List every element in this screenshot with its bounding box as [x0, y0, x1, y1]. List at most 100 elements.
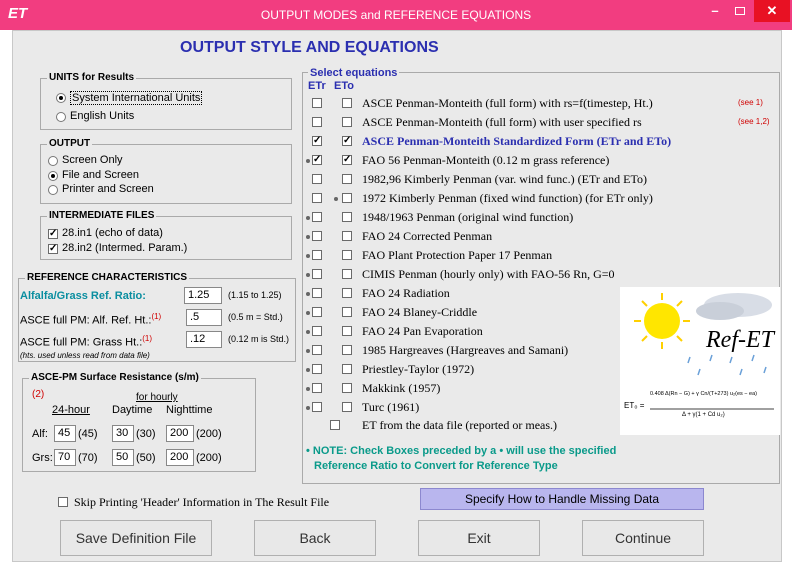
equation-label[interactable]: 1982,96 Kimberly Penman (var. wind func.…: [362, 172, 647, 187]
alf-24h-input[interactable]: 45: [54, 425, 76, 442]
etr-checkbox[interactable]: [312, 269, 322, 279]
window-title: OUTPUT MODES and REFERENCE EQUATIONS: [260, 8, 532, 22]
ratio-dot-icon: [306, 406, 310, 410]
etr-checkbox[interactable]: [312, 231, 322, 241]
equation-row: 1948/1963 Penman (original wind function…: [0, 210, 792, 226]
equation-row: ASCE Penman-Monteith (full form) with us…: [0, 115, 792, 131]
equation-label[interactable]: FAO 24 Pan Evaporation: [362, 324, 483, 339]
skip-header-checkbox[interactable]: [58, 497, 68, 507]
etr-checkbox[interactable]: [312, 288, 322, 298]
etr-checkbox[interactable]: [312, 402, 322, 412]
formula-numerator: 0.408 Δ(Rn − G) + γ Cn/(T+273) u₂(es − e…: [650, 391, 757, 397]
ratio-dot-icon: [306, 311, 310, 315]
equation-label[interactable]: 1948/1963 Penman (original wind function…: [362, 210, 573, 225]
skip-header-label[interactable]: Skip Printing 'Header' Information in Th…: [74, 495, 329, 510]
eto-column-header: ETo: [334, 80, 354, 92]
equation-label[interactable]: FAO 24 Corrected Penman: [362, 229, 492, 244]
etr-checkbox[interactable]: [312, 345, 322, 355]
eto-checkbox[interactable]: [342, 269, 352, 279]
file-et-checkbox[interactable]: [330, 420, 340, 430]
etr-checkbox[interactable]: [312, 153, 322, 166]
equation-label[interactable]: ASCE Penman-Monteith (full form) with us…: [362, 115, 642, 130]
etr-column-header: ETr: [308, 80, 326, 92]
equation-label[interactable]: Turc (1961): [362, 400, 419, 415]
note-line-2: Reference Ratio to Convert for Reference…: [314, 460, 558, 472]
eto-checkbox[interactable]: [342, 174, 352, 184]
alf-day-std: (30): [136, 428, 156, 440]
eto-checkbox[interactable]: [342, 307, 352, 317]
eto-checkbox[interactable]: [342, 402, 352, 412]
equation-label[interactable]: FAO Plant Protection Paper 17 Penman: [362, 248, 552, 263]
eto-checkbox[interactable]: [342, 98, 352, 108]
missing-data-button[interactable]: Specify How to Handle Missing Data: [420, 488, 704, 510]
etr-checkbox[interactable]: [312, 193, 322, 203]
eto-checkbox[interactable]: [342, 117, 352, 127]
eto-checkbox[interactable]: [342, 383, 352, 393]
ratio-dot-icon: [306, 216, 310, 220]
grs-night-std: (200): [196, 452, 222, 464]
eto-checkbox[interactable]: [342, 288, 352, 298]
back-button[interactable]: Back: [254, 520, 376, 556]
eto-checkbox[interactable]: [342, 364, 352, 374]
etr-checkbox[interactable]: [312, 212, 322, 222]
equation-label[interactable]: FAO 56 Penman-Monteith (0.12 m grass ref…: [362, 153, 609, 168]
alf-24h-std: (45): [78, 428, 98, 440]
eto-checkbox[interactable]: [342, 326, 352, 336]
close-button[interactable]: ✕: [754, 0, 790, 22]
etr-checkbox[interactable]: [312, 326, 322, 336]
grs-day-input[interactable]: 50: [112, 449, 134, 466]
grs-24h-input[interactable]: 70: [54, 449, 76, 466]
eto-checkbox[interactable]: [342, 345, 352, 355]
equation-label[interactable]: 1972 Kimberly Penman (fixed wind functio…: [362, 191, 653, 206]
equation-label[interactable]: ASCE Penman-Monteith (full form) with rs…: [362, 96, 653, 111]
exit-button[interactable]: Exit: [418, 520, 540, 556]
title-bar: ET OUTPUT MODES and REFERENCE EQUATIONS …: [0, 0, 792, 30]
etr-checkbox[interactable]: [312, 98, 322, 108]
equation-label[interactable]: ASCE Penman-Monteith Standardized Form (…: [362, 134, 671, 149]
continue-button[interactable]: Continue: [582, 520, 704, 556]
alf-day-input[interactable]: 30: [112, 425, 134, 442]
equation-row: ASCE Penman-Monteith Standardized Form (…: [0, 134, 792, 150]
etr-checkbox[interactable]: [312, 364, 322, 374]
equation-row: 1972 Kimberly Penman (fixed wind functio…: [0, 191, 792, 207]
eto-checkbox[interactable]: [342, 134, 352, 147]
equation-label[interactable]: 1985 Hargreaves (Hargreaves and Samani): [362, 343, 568, 358]
maximize-button[interactable]: [728, 0, 752, 22]
alf-night-input[interactable]: 200: [166, 425, 194, 442]
maximize-icon: [735, 7, 745, 15]
etr-checkbox[interactable]: [312, 117, 322, 127]
equation-label[interactable]: FAO 24 Radiation: [362, 286, 450, 301]
equation-note: (see 1,2): [738, 117, 770, 126]
note-line-1: • NOTE: Check Boxes preceded by a • will…: [306, 445, 617, 457]
file-et-label[interactable]: ET from the data file (reported or meas.…: [362, 418, 557, 433]
equation-row: CIMIS Penman (hourly only) with FAO-56 R…: [0, 267, 792, 283]
eto-checkbox[interactable]: [342, 212, 352, 222]
eto-checkbox[interactable]: [342, 250, 352, 260]
etr-checkbox[interactable]: [312, 134, 322, 147]
eto-checkbox[interactable]: [342, 153, 352, 166]
etr-checkbox[interactable]: [312, 307, 322, 317]
equation-label[interactable]: Priestley-Taylor (1972): [362, 362, 474, 377]
minimize-button[interactable]: –: [704, 0, 726, 22]
units-group-label: UNITS for Results: [47, 72, 137, 83]
equation-label[interactable]: Makkink (1957): [362, 381, 440, 396]
equations-group-label: Select equations: [308, 67, 400, 79]
grs-day-std: (50): [136, 452, 156, 464]
ratio-dot-icon: [306, 254, 310, 258]
equation-label[interactable]: FAO 24 Blaney-Criddle: [362, 305, 477, 320]
equation-label[interactable]: CIMIS Penman (hourly only) with FAO-56 R…: [362, 267, 615, 282]
eto-checkbox[interactable]: [342, 231, 352, 241]
page-title: OUTPUT STYLE AND EQUATIONS: [180, 39, 439, 56]
equation-row: FAO 24 Corrected Penman: [0, 229, 792, 245]
equation-row: ASCE Penman-Monteith (full form) with rs…: [0, 96, 792, 112]
grs-night-input[interactable]: 200: [166, 449, 194, 466]
etr-checkbox[interactable]: [312, 383, 322, 393]
formula-label: ET₀ =: [624, 401, 645, 410]
save-definition-button[interactable]: Save Definition File: [60, 520, 212, 556]
etr-checkbox[interactable]: [312, 250, 322, 260]
etr-checkbox[interactable]: [312, 174, 322, 184]
ratio-dot-icon: [334, 197, 338, 201]
equation-row: 1982,96 Kimberly Penman (var. wind func.…: [0, 172, 792, 188]
alf-night-std: (200): [196, 428, 222, 440]
eto-checkbox[interactable]: [342, 193, 352, 203]
